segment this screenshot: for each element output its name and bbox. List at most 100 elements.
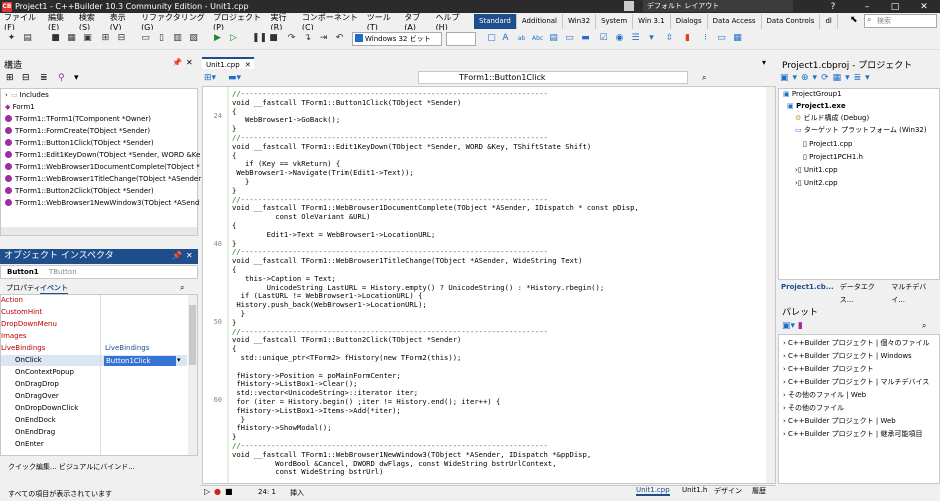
structure-options-icon[interactable]: ▾ [74,73,79,83]
tab-list-icon[interactable]: ▾ [762,58,766,67]
new-icon[interactable]: ✦ [6,33,17,44]
project-tab-cbproj[interactable]: Project1.cb... [778,281,837,294]
run-without-debug-icon[interactable]: ▷ [228,33,239,44]
structure-hscrollbar[interactable] [1,227,197,235]
inspector-pin-icon[interactable]: 📌 [172,251,182,260]
palette-groupbox-icon[interactable]: ▮ [682,33,693,44]
inspector-scroll-thumb[interactable] [189,305,196,365]
palette-actionlist-icon[interactable]: ▦ [732,33,743,44]
palette-button-icon[interactable]: ▢ [486,33,497,44]
tree-item-method[interactable]: TForm1::Button2Click(TObject *Sender) [5,186,154,197]
palette-abc-icon[interactable]: Abc [532,33,543,44]
palette-listbox-icon[interactable]: ☰ [630,33,641,44]
pointer-icon[interactable]: ⬉ [850,15,860,27]
prop-row-name[interactable]: OnDragDrop [15,379,105,390]
run-icon[interactable]: ▶ [212,33,223,44]
tree-item-method[interactable]: TForm1::WebBrowser1TitleChange(TObject *… [5,174,201,185]
palette-radio-icon[interactable]: ◉ [614,33,625,44]
prop-row-name[interactable]: CustomHint [1,307,101,318]
macro-play-icon[interactable]: ▷ [204,487,210,496]
run-to-cursor-icon[interactable]: ⇥ [318,33,329,44]
layout-select[interactable]: デフォルト レイアウト [643,0,793,12]
maximize-icon[interactable]: □ [884,0,906,13]
view-form-icon[interactable]: ▧ [188,33,199,44]
palette-checkbox-icon[interactable]: ☑ [598,33,609,44]
tab-events[interactable]: イベント [40,283,68,294]
collapse-all-icon[interactable]: ⊟ [22,73,30,83]
inspector-footer-links[interactable]: クイック編集... ビジュアルにバインド... [8,462,135,472]
menu-tools[interactable]: ツール(T) [363,12,401,32]
menu-search[interactable]: 検索(S) [75,12,106,32]
palette-combobox-icon[interactable]: ▾ [646,33,657,44]
tree-item-method[interactable]: TForm1::Edit1KeyDown(TObject *Sender, WO… [5,150,200,161]
view-unit-icon[interactable]: ▥ [172,33,183,44]
step-out-icon[interactable]: ↶ [334,33,345,44]
save-icon[interactable]: ■ [50,33,61,44]
project-tab-multidevice[interactable]: マルチデバイ... [888,281,940,304]
palette-label-icon[interactable]: A [500,33,511,44]
palette-tab-data-controls[interactable]: Data Controls [761,14,821,29]
pin-icon[interactable]: 📌 [172,58,182,67]
menu-component[interactable]: コンポーネント(C) [298,12,363,32]
minimize-icon[interactable]: – [856,0,878,13]
palette-tab-additional[interactable]: Additional [516,14,563,29]
prop-row-name[interactable]: Images [1,331,101,342]
palette-scrollbar-icon[interactable]: ⇳ [664,33,675,44]
platform-select[interactable]: Windows 32 ビット [352,32,442,46]
palette-categories-icon[interactable]: ▣▾ ▮ [782,321,803,331]
search-input[interactable]: 検索 [864,14,937,28]
inspector-close-icon[interactable]: ✕ [186,251,193,260]
menu-project[interactable]: プロジェクト(P) [209,12,267,32]
tab-close-icon[interactable]: ✕ [245,61,251,69]
menu-refactor[interactable]: リファクタリング(G) [137,12,209,32]
menu-edit[interactable]: 編集(E) [44,12,75,32]
expand-all-icon[interactable]: ⊞ [6,73,14,83]
class-icon[interactable]: ⊞▾ [204,73,216,83]
palette-item[interactable]: › C++Builder プロジェクト | マルチデバイス [783,377,929,388]
help-icon[interactable]: ? [822,0,844,13]
palette-item[interactable]: › その他のファイル [783,403,844,414]
menu-view[interactable]: 表示(V) [106,12,137,32]
save-all-icon[interactable]: ▦ [66,33,77,44]
prop-row-name[interactable]: Action [1,295,101,306]
prop-row-name[interactable]: DropDownMenu [1,319,101,330]
palette-tab-standard[interactable]: Standard [474,14,517,29]
palette-ok-button-icon[interactable]: ▭ [564,33,575,44]
palette-panel2-icon[interactable]: ▭ [716,33,727,44]
prop-row-name[interactable]: LiveBindings [1,343,101,354]
open-project-icon[interactable]: ▣ [82,33,93,44]
palette-tab-win31[interactable]: Win 3.1 [633,14,671,29]
bottom-tab-unit1-cpp[interactable]: Unit1.cpp [636,486,670,496]
palette-item[interactable]: › C++Builder プロジェクト | 個々のファイル [783,338,929,349]
bottom-tab-unit1-h[interactable]: Unit1.h [682,486,707,494]
palette-search-icon[interactable]: ⌕ [922,321,926,331]
macro-stop-icon[interactable]: ■ [225,487,233,496]
project-item-build-config[interactable]: ⚙ ビルド構成 (Debug) [795,113,869,124]
prop-row-name[interactable]: OnContextPopup [15,367,105,378]
project-item-exe[interactable]: ▣ Project1.exe [787,101,846,112]
palette-item[interactable]: › C++Builder プロジェクト | Web [783,416,896,427]
add-file-icon[interactable]: ⊞ [100,33,111,44]
tree-item-method[interactable]: TForm1::WebBrowser1NewWindow3(TObject *A… [5,198,199,209]
project-item-file[interactable]: ▯ Project1PCH1.h [803,152,863,163]
trace-into-icon[interactable]: ↴ [302,33,313,44]
onclick-value-input[interactable]: Button1Click [104,356,176,366]
filter-icon[interactable]: ⚲ [58,73,65,83]
menu-help[interactable]: ヘルプ(H) [432,12,470,32]
close-panel-icon[interactable]: ✕ [186,58,193,67]
palette-radiogroup-icon[interactable]: ⁝ [700,33,711,44]
project-item-group[interactable]: ▣ ProjectGroup1 [783,89,842,100]
prop-row-name[interactable]: OnDropDownClick [15,403,105,414]
object-select[interactable]: Button1 TButton [0,265,198,279]
palette-item[interactable]: › C++Builder プロジェクト | 継承可能項目 [783,429,922,440]
menu-file[interactable]: ファイル(F) [0,12,44,32]
tree-item-method[interactable]: TForm1::TForm1(TComponent *Owner) [5,114,151,125]
bottom-tab-design[interactable]: デザイン [714,486,742,496]
stop-icon[interactable]: ■ [268,33,279,44]
code-text[interactable]: //--------------------------------------… [232,90,762,478]
palette-tab-dialogs[interactable]: Dialogs [670,14,708,29]
editor-tab-unit1[interactable]: Unit1.cpp ✕ [202,57,254,69]
palette-tab-win32[interactable]: Win32 [563,14,597,29]
project-item-file[interactable]: ▯ Project1.cpp [803,139,852,150]
method-selector[interactable]: TForm1::Button1Click [418,71,688,84]
